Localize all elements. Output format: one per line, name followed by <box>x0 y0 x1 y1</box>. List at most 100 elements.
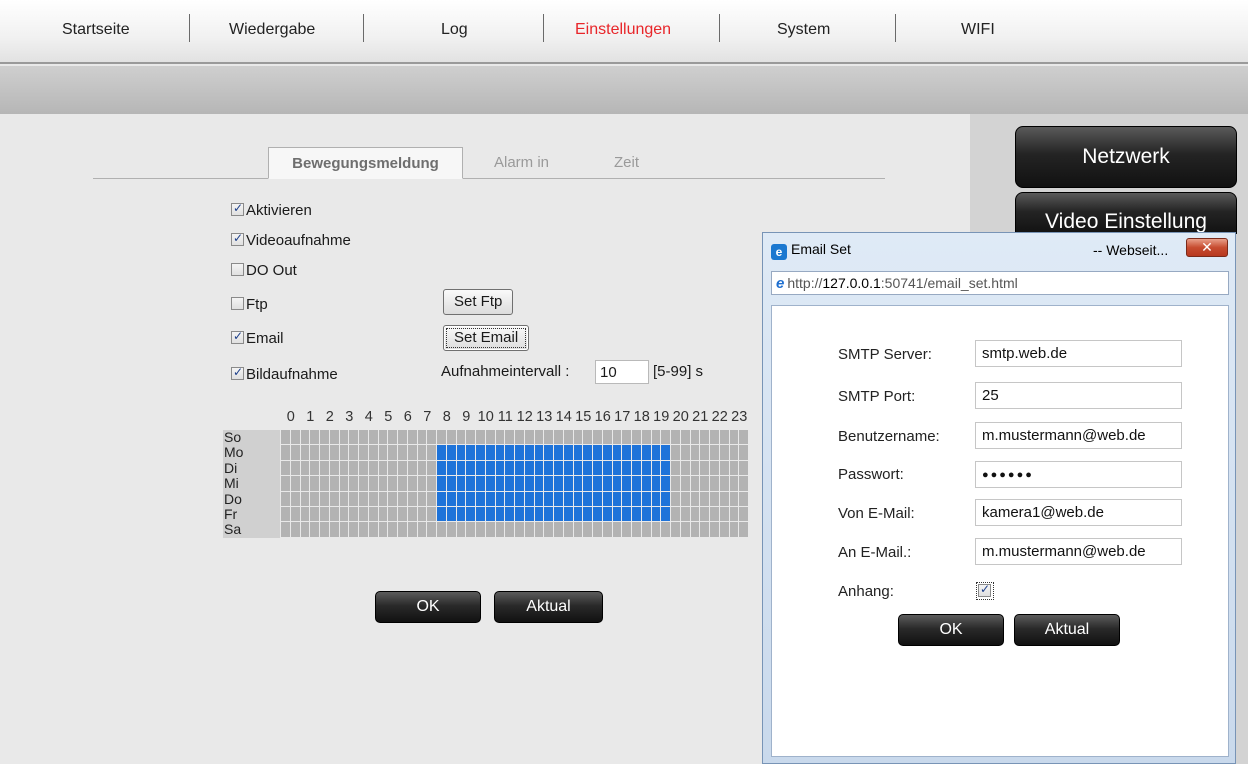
schedule-grid[interactable] <box>281 430 749 576</box>
schedule-cell[interactable] <box>329 491 339 506</box>
schedule-cell[interactable] <box>388 445 397 460</box>
schedule-cell[interactable] <box>593 491 602 506</box>
schedule-cell[interactable] <box>739 460 748 476</box>
schedule-cell[interactable] <box>710 430 719 445</box>
schedule-cell[interactable] <box>554 460 563 476</box>
close-icon[interactable]: ✕ <box>1186 238 1228 257</box>
schedule-cell[interactable] <box>671 460 680 476</box>
schedule-cell[interactable] <box>359 507 368 522</box>
schedule-cell[interactable] <box>661 445 670 460</box>
schedule-cell[interactable] <box>466 507 475 522</box>
schedule-cell[interactable] <box>534 507 544 522</box>
schedule-cell[interactable] <box>505 491 514 506</box>
schedule-cell[interactable] <box>524 476 534 491</box>
password-input[interactable]: ●●●●●● <box>975 461 1182 488</box>
smtp-server-input[interactable]: smtp.web.de <box>975 340 1182 367</box>
schedule-cell[interactable] <box>573 445 583 460</box>
schedule-cell[interactable] <box>446 491 456 506</box>
schedule-cell[interactable] <box>602 430 612 445</box>
schedule-cell[interactable] <box>739 430 748 445</box>
schedule-cell[interactable] <box>505 522 514 537</box>
schedule-cell[interactable] <box>602 460 612 476</box>
schedule-cell[interactable] <box>524 522 534 537</box>
schedule-cell[interactable] <box>407 507 417 522</box>
schedule-cell[interactable] <box>700 445 709 460</box>
aktual-button[interactable]: Aktual <box>494 591 603 623</box>
schedule-cell[interactable] <box>515 476 524 491</box>
schedule-cell[interactable] <box>622 460 631 476</box>
schedule-cell[interactable] <box>437 522 446 537</box>
schedule-cell[interactable] <box>300 507 310 522</box>
schedule-cell[interactable] <box>515 522 524 537</box>
schedule-cell[interactable] <box>368 522 378 537</box>
schedule-cell[interactable] <box>378 491 388 506</box>
schedule-cell[interactable] <box>632 476 641 491</box>
aktivieren-checkbox[interactable] <box>231 201 244 216</box>
schedule-cell[interactable] <box>407 522 417 537</box>
schedule-cell[interactable] <box>661 507 670 522</box>
option-videoaufnahme[interactable]: Videoaufnahme <box>231 231 351 250</box>
schedule-cell[interactable] <box>612 445 622 460</box>
schedule-cell[interactable] <box>719 460 729 476</box>
schedule-cell[interactable] <box>456 430 466 445</box>
email-checkbox[interactable] <box>231 329 244 344</box>
schedule-cell[interactable] <box>710 445 719 460</box>
schedule-cell[interactable] <box>690 430 700 445</box>
schedule-cell[interactable] <box>485 430 495 445</box>
schedule-cell[interactable] <box>407 476 417 491</box>
bildaufnahme-checkbox[interactable] <box>231 365 244 380</box>
schedule-cell[interactable] <box>534 491 544 506</box>
schedule-cell[interactable] <box>417 445 427 460</box>
schedule-cell[interactable] <box>359 445 368 460</box>
schedule-cell[interactable] <box>719 430 729 445</box>
set-ftp-button[interactable]: Set Ftp <box>443 289 514 315</box>
dialog-ok-button[interactable]: OK <box>898 614 1004 646</box>
set-email-button[interactable]: Set Email <box>443 325 530 351</box>
schedule-cell[interactable] <box>622 476 631 491</box>
schedule-cell[interactable] <box>729 430 739 445</box>
schedule-cell[interactable] <box>300 491 310 506</box>
schedule-cell[interactable] <box>378 476 388 491</box>
schedule-cell[interactable] <box>505 476 514 491</box>
schedule-cell[interactable] <box>671 445 680 460</box>
schedule-cell[interactable] <box>495 476 505 491</box>
schedule-cell[interactable] <box>339 445 349 460</box>
schedule-cell[interactable] <box>544 491 553 506</box>
schedule-cell[interactable] <box>368 491 378 506</box>
schedule-cell[interactable] <box>544 522 553 537</box>
schedule-cell[interactable] <box>573 430 583 445</box>
schedule-cell[interactable] <box>612 522 622 537</box>
schedule-cell[interactable] <box>729 445 739 460</box>
schedule-cell[interactable] <box>612 507 622 522</box>
attachment-checkbox-focus[interactable] <box>976 582 994 600</box>
schedule-cell[interactable] <box>378 430 388 445</box>
schedule-cell[interactable] <box>476 476 485 491</box>
schedule-cell[interactable] <box>680 507 690 522</box>
schedule-cell[interactable] <box>281 460 290 476</box>
schedule-cell[interactable] <box>310 522 319 537</box>
schedule-cell[interactable] <box>710 491 719 506</box>
schedule-cell[interactable] <box>476 507 485 522</box>
schedule-cell[interactable] <box>456 507 466 522</box>
schedule-cell[interactable] <box>563 445 573 460</box>
schedule-cell[interactable] <box>476 491 485 506</box>
schedule-cell[interactable] <box>719 507 729 522</box>
schedule-cell[interactable] <box>710 476 719 491</box>
schedule-cell[interactable] <box>690 445 700 460</box>
schedule-cell[interactable] <box>281 476 290 491</box>
schedule-cell[interactable] <box>671 507 680 522</box>
schedule-cell[interactable] <box>544 476 553 491</box>
schedule-cell[interactable] <box>349 507 358 522</box>
schedule-cell[interactable] <box>466 522 475 537</box>
schedule-cell[interactable] <box>593 507 602 522</box>
schedule-cell[interactable] <box>407 491 417 506</box>
schedule-cell[interactable] <box>729 460 739 476</box>
schedule-cell[interactable] <box>680 430 690 445</box>
schedule-cell[interactable] <box>583 507 592 522</box>
schedule-cell[interactable] <box>554 491 563 506</box>
schedule-cell[interactable] <box>466 491 475 506</box>
schedule-cell[interactable] <box>359 522 368 537</box>
tab-zeit[interactable]: Zeit <box>614 147 639 179</box>
schedule-cell[interactable] <box>349 430 358 445</box>
schedule-cell[interactable] <box>505 445 514 460</box>
